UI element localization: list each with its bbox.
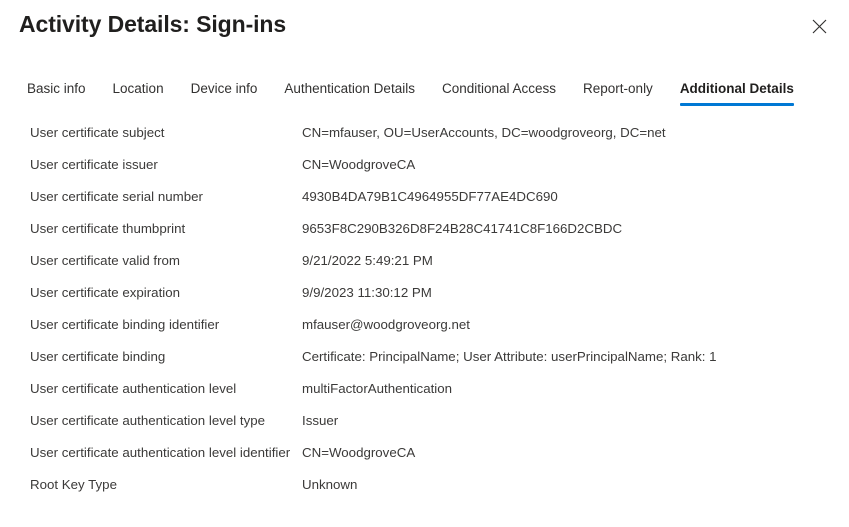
detail-label: User certificate valid from [30,253,180,268]
detail-row: User certificate subject CN=mfauser, OU=U… [0,118,849,150]
detail-value: multiFactorAuthentication [302,381,453,396]
tab-authentication-details[interactable]: Authentication Details [284,80,415,106]
detail-row: User certificate authentication level id… [0,438,849,470]
tab-basic-info[interactable]: Basic info [27,80,86,106]
detail-value: Certificate: PrincipalName; User Attribu… [302,349,717,364]
detail-row: Root Key Type Unknown [0,470,849,502]
detail-label: User certificate subject [30,125,165,140]
detail-value: 4930B4DA79B1C4964955DF77AE4DC690 [302,189,558,204]
detail-value: 9653F8C290B326D8F24B28C41741C8F166D2CBDC [302,221,623,236]
close-icon [812,19,827,34]
detail-label: User certificate expiration [30,285,181,300]
detail-row: User certificate authentication level ty… [0,406,849,438]
tab-device-info[interactable]: Device info [191,80,258,106]
detail-value: Unknown [302,477,358,492]
detail-label: User certificate authentication level id… [30,445,291,460]
page-title: Activity Details: Sign-ins [19,11,287,37]
detail-label: User certificate authentication level ty… [30,413,266,428]
detail-row: User certificate expiration 9/9/2023 11:3… [0,278,849,310]
tab-location[interactable]: Location [113,80,164,106]
detail-label: User certificate binding identifier [30,317,220,332]
detail-row: User certificate binding identifier mfaus… [0,310,849,342]
detail-value: CN=WoodgroveCA [302,445,416,460]
detail-value: Issuer [302,413,339,428]
detail-label: User certificate issuer [30,157,158,172]
detail-value: 9/9/2023 11:30:12 PM [302,285,432,300]
detail-row: User certificate serial number 4930B4DA79… [0,182,849,214]
detail-value: CN=mfauser, OU=UserAccounts, DC=woodgrov… [302,125,666,140]
detail-value: CN=WoodgroveCA [302,157,416,172]
tab-conditional-access[interactable]: Conditional Access [442,80,556,106]
detail-row: User certificate issuer CN=WoodgroveCA [0,150,849,182]
detail-label: User certificate binding [30,349,166,364]
tab-strip: Basic info Location Device info Authenticat… [0,80,849,110]
details-list: User certificate subject CN=mfauser, OU=U… [0,118,849,502]
tab-additional-details[interactable]: Additional Details [679,80,794,106]
detail-value: 9/21/2022 5:49:21 PM [302,253,433,268]
detail-row: User certificate authentication level mul… [0,374,849,406]
detail-label: User certificate authentication level [30,381,237,396]
close-button[interactable] [805,12,833,40]
tab-report-only[interactable]: Report-only [583,80,653,106]
detail-label: User certificate thumbprint [30,221,186,236]
detail-value: mfauser@woodgroveorg.net [302,317,470,332]
panel-header: Activity Details: Sign-ins [0,0,849,62]
detail-label: User certificate serial number [30,189,203,204]
detail-label: Root Key Type [30,477,117,492]
activity-details-panel: Activity Details: Sign-ins Basic info Loc… [0,0,849,527]
detail-row: User certificate thumbprint 9653F8C290B32… [0,214,849,246]
detail-row: User certificate binding Certificate: Pri… [0,342,849,374]
detail-row: User certificate valid from 9/21/2022 5:4… [0,246,849,278]
